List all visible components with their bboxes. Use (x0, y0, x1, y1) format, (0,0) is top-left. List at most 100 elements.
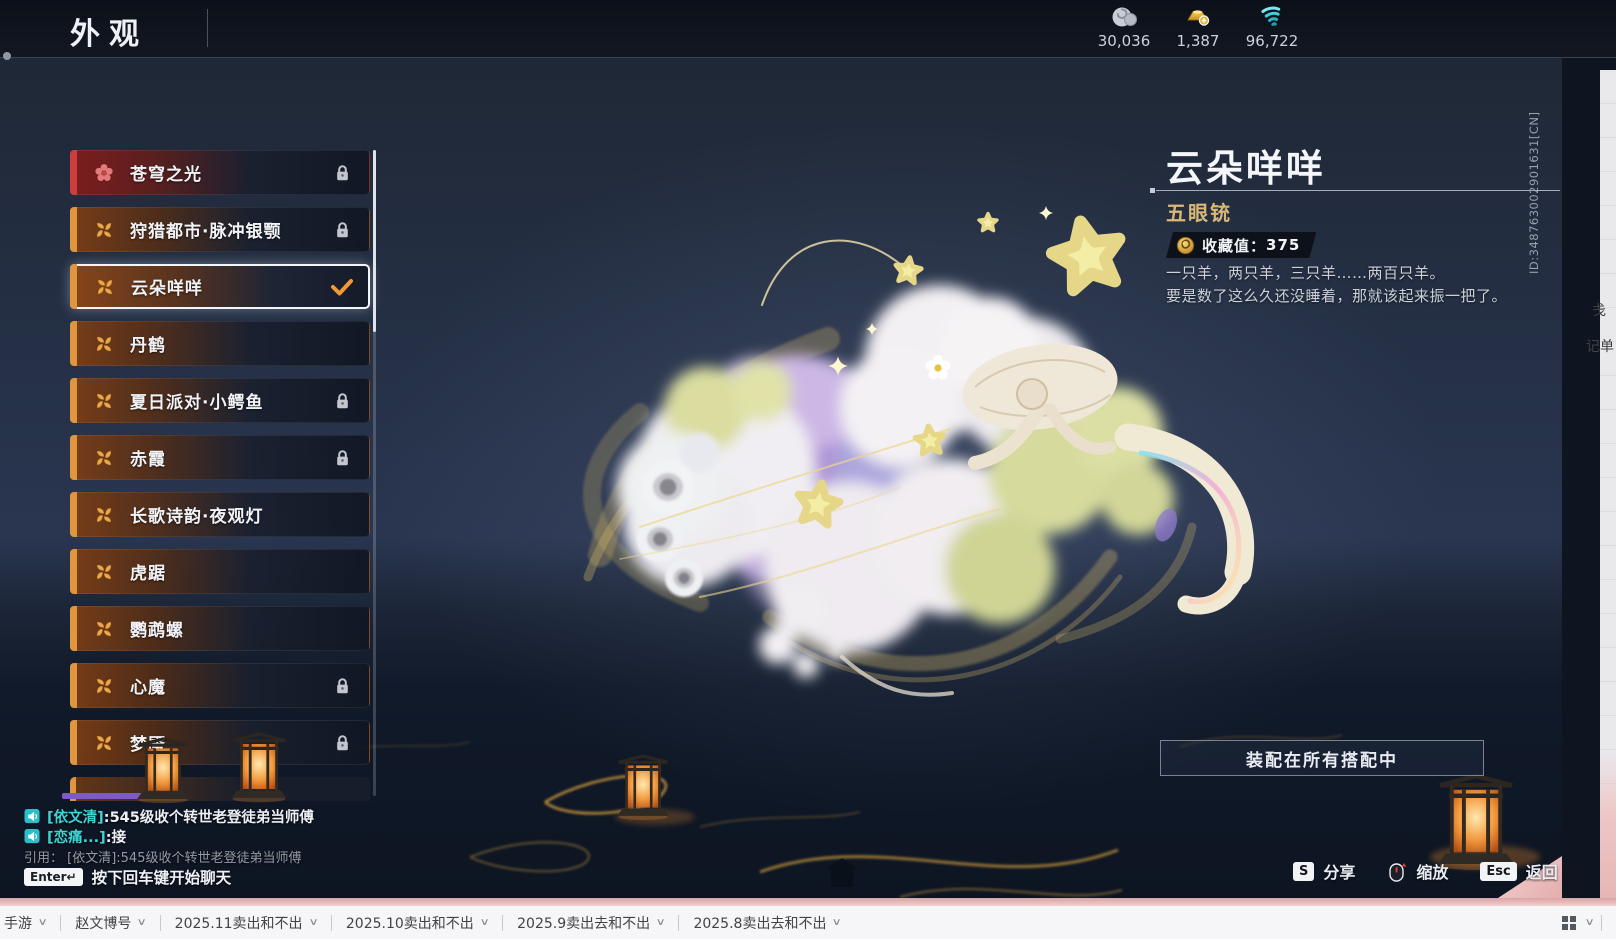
currency-silver[interactable]: 30,036 (1096, 4, 1152, 50)
top-bar: 外观 30,036 1,387 96,722 (0, 0, 1616, 58)
silver-coin-icon (1111, 4, 1137, 30)
share-label[interactable]: 分享 (1323, 859, 1355, 883)
sidebar-item-label: 云朵咩咩 (131, 279, 203, 299)
quad-petal-icon (93, 390, 115, 412)
sidebar-item-0[interactable]: 苍穹之光 (70, 150, 370, 195)
chat-sender[interactable]: [恋痛...] (47, 826, 106, 847)
divider-dot (1150, 188, 1155, 193)
lock-icon (334, 392, 351, 410)
chevron-down-icon[interactable]: ∨ (656, 917, 666, 928)
sidebar-item-1[interactable]: 狩猎都市·脉冲银颚 (70, 207, 370, 252)
mouse-zoom-icon (1389, 862, 1407, 882)
collection-label: 收藏值： (1202, 236, 1267, 255)
sheet-tab-2[interactable]: 2025.11卖出和不出 ∨ (161, 913, 331, 933)
sidebar-item-5[interactable]: 赤霞 (70, 435, 370, 480)
scrollbar-thumb[interactable] (373, 150, 376, 332)
sidebar-item-2-selected[interactable]: 云朵咩咩 (70, 264, 370, 309)
world-channel-icon (24, 829, 40, 844)
sheet-tab-3[interactable]: 2025.10卖出和不出 ∨ (332, 913, 502, 933)
sheet-tab-label: 2025.10卖出和不出 (345, 915, 474, 932)
sheet-tab-label: 手游 (4, 915, 32, 932)
enter-hint-text: 按下回车键开始聊天 (91, 869, 232, 887)
accent-bar (70, 378, 77, 423)
chat-message-2[interactable]: [恋痛...] :接 (24, 826, 126, 847)
lock-icon (334, 164, 351, 182)
quad-petal-icon (93, 561, 115, 583)
chat-enter-hint[interactable]: Enter↵ 按下回车键开始聊天 (24, 866, 231, 888)
chat-text: :接 (105, 830, 127, 846)
sidebar-item-3[interactable]: 丹鹤 (70, 321, 370, 366)
accent-bar (70, 264, 77, 309)
chevron-down-icon[interactable]: ∨ (1584, 917, 1594, 928)
lantern (1438, 776, 1514, 870)
quad-petal-icon (94, 276, 116, 298)
sheet-tab-bar: 手游 ∨ 赵文博号 ∨ 2025.11卖出和不出 ∨ 2025.10卖出和不出 … (0, 906, 1616, 939)
chevron-down-icon[interactable]: ∨ (832, 917, 842, 928)
background-app-strip (1600, 70, 1616, 898)
gold-ingot-icon (1185, 4, 1211, 30)
collection-swirl-icon (1176, 236, 1195, 255)
cyan-feather-icon (1260, 4, 1284, 30)
accent-bar (70, 207, 77, 252)
sidebar-item-4[interactable]: 夏日派对·小鳄鱼 (70, 378, 370, 423)
item-description-line1: 一只羊，两只羊，三只羊……两百只羊。 (1166, 264, 1446, 282)
chevron-down-icon[interactable]: ∨ (479, 917, 489, 928)
sidebar-item-7[interactable]: 虎踞 (70, 549, 370, 594)
hotkey-bar: S 分享 缩放 Esc 返回 (1293, 859, 1558, 883)
lantern (615, 754, 671, 820)
accent-bar (70, 150, 77, 195)
back-label[interactable]: 返回 (1526, 859, 1558, 883)
lock-icon (334, 677, 351, 695)
accent-bar (70, 663, 77, 708)
sidebar-item-9[interactable]: 心魔 (70, 663, 370, 708)
lock-icon (334, 221, 351, 239)
sheet-tab-1[interactable]: 赵文博号 ∨ (61, 913, 159, 933)
title-divider (207, 9, 208, 47)
chevron-down-icon[interactable]: ∨ (137, 917, 147, 928)
star-big (1047, 215, 1127, 293)
sidebar-item-label: 苍穹之光 (130, 165, 202, 185)
sidebar-item-label: 鹦鹉螺 (130, 621, 184, 641)
tab-divider (1601, 914, 1602, 931)
world-channel-icon (24, 809, 40, 824)
quad-petal-icon (93, 504, 115, 526)
foreground-lanterns (135, 732, 289, 804)
zoom-label[interactable]: 缩放 (1416, 859, 1448, 883)
back-key[interactable]: Esc (1480, 861, 1517, 881)
currency-value: 96,722 (1245, 32, 1299, 50)
item-description-line2: 要是数了这么久还没睡着，那就该起来振一把了。 (1166, 287, 1508, 305)
chevron-down-icon[interactable]: ∨ (308, 917, 318, 928)
sidebar-item-label: 夏日派对·小鳄鱼 (130, 393, 264, 413)
quad-petal-icon (93, 447, 115, 469)
chevron-down-icon[interactable]: ∨ (38, 917, 48, 928)
currency-gold[interactable]: 1,387 (1170, 4, 1226, 50)
clipped-cell-text-1: 戋 (1592, 303, 1606, 319)
sidebar-item-6[interactable]: 长歌诗韵·夜观灯 (70, 492, 370, 537)
share-key[interactable]: S (1293, 861, 1315, 881)
enter-key[interactable]: Enter↵ (24, 868, 83, 886)
sheet-tab-label: 赵文博号 (75, 915, 132, 932)
sidebar-item-label: 心魔 (130, 678, 166, 698)
quad-petal-icon (93, 732, 115, 754)
flower-icon (93, 162, 115, 184)
sidebar-item-label: 狩猎都市·脉冲银颚 (130, 222, 282, 242)
sheet-tab-label: 2025.11卖出和不出 (174, 915, 303, 932)
sheet-grid-button[interactable]: ∨ (1561, 915, 1594, 930)
clipped-cell-text-2: 记单 (1586, 339, 1614, 355)
sheet-tab-0[interactable]: 手游 ∨ (0, 913, 60, 933)
sheet-tab-4[interactable]: 2025.9卖出去和不出 ∨ (503, 913, 678, 933)
check-icon (330, 277, 354, 297)
equip-all-outfits-button[interactable]: 装配在所有搭配中 (1160, 740, 1484, 776)
chat-sender[interactable]: [依文清] (47, 806, 104, 827)
sidebar-item-8[interactable]: 鹦鹉螺 (70, 606, 370, 651)
sheet-tab-label: 2025.9卖出去和不出 (517, 915, 651, 932)
currency-jade[interactable]: 96,722 (1244, 4, 1300, 50)
collection-value-badge: 收藏值： 375 (1166, 232, 1316, 258)
accent-bar (70, 492, 77, 537)
title-underline (1156, 190, 1560, 191)
item-title: 云朵咩咩 (1166, 147, 1326, 190)
currency-bar: 30,036 1,387 96,722 (1096, 4, 1300, 50)
quad-petal-icon (93, 219, 115, 241)
sheet-tab-5[interactable]: 2025.8卖出去和不出 ∨ (679, 913, 854, 933)
sidebar-item-label: 赤霞 (130, 450, 166, 470)
